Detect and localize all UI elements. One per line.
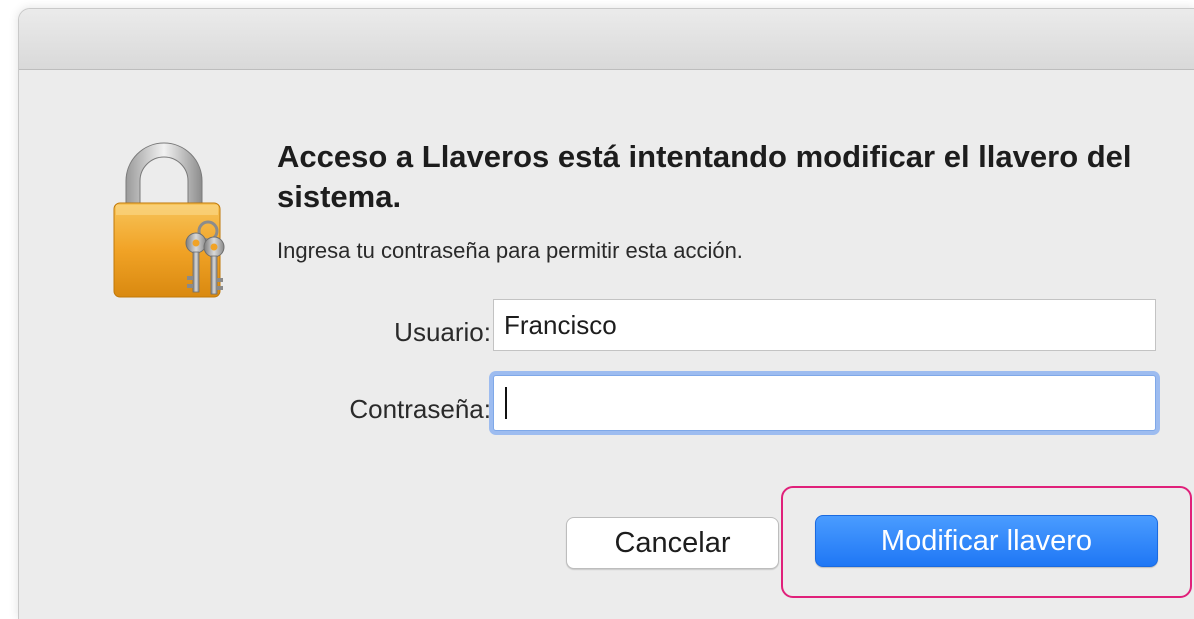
password-label: Contraseña: bbox=[349, 394, 491, 424]
cancel-button[interactable]: Cancelar bbox=[566, 517, 779, 569]
dialog-titlebar bbox=[19, 9, 1194, 70]
padlock-with-keys-icon bbox=[94, 131, 234, 306]
username-field[interactable] bbox=[493, 299, 1156, 351]
annotation-highlight-box bbox=[781, 486, 1192, 598]
dialog-heading: Acceso a Llaveros está intentando modifi… bbox=[277, 139, 1132, 214]
password-field[interactable] bbox=[493, 375, 1156, 431]
dialog-subtitle: Ingresa tu contraseña para permitir esta… bbox=[277, 238, 743, 263]
authentication-dialog: Acceso a Llaveros está intentando modifi… bbox=[18, 8, 1194, 619]
text-cursor bbox=[505, 387, 507, 419]
username-label: Usuario: bbox=[394, 317, 491, 347]
